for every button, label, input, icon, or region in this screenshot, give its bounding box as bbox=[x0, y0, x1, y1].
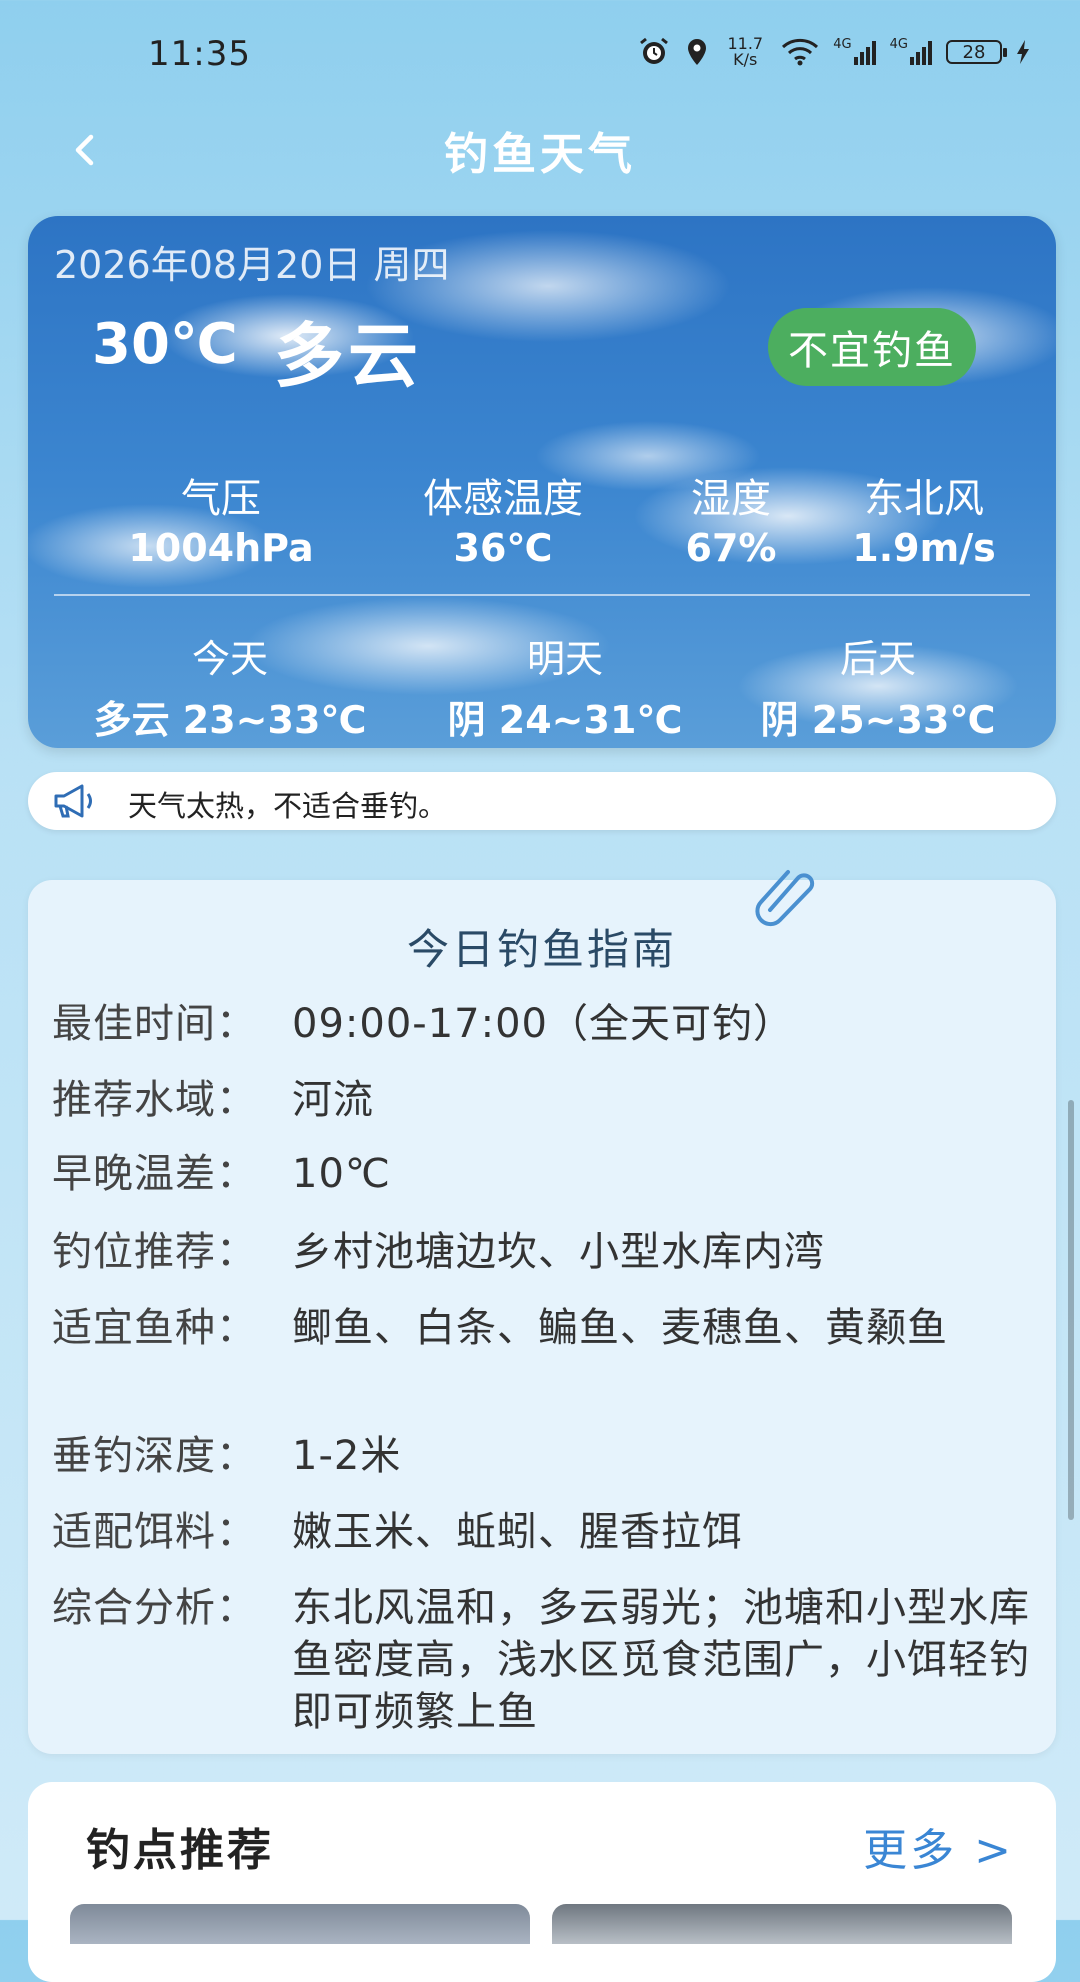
fishing-suitability-badge: 不宜钓鱼 bbox=[768, 308, 976, 386]
alarm-icon bbox=[637, 37, 671, 67]
more-link[interactable]: 更多 > bbox=[863, 1814, 1014, 1878]
status-bar: 11:35 11.7 K/s 4G 4G 28 bbox=[0, 0, 1080, 110]
guide-label: 早晚温差： bbox=[52, 1151, 257, 1197]
guide-value: 09:00-17:00（全天可钓） bbox=[292, 1001, 794, 1047]
location-icon bbox=[685, 37, 709, 67]
notice-text: 天气太热，不适合垂钓。 bbox=[128, 789, 448, 823]
spot-thumbnail[interactable] bbox=[70, 1904, 530, 1944]
current-temperature: 30℃ bbox=[92, 312, 238, 377]
scrollbar[interactable] bbox=[1068, 1100, 1074, 1520]
metric-wind: 东北风 1.9m/s bbox=[804, 466, 1044, 570]
spot-thumbnail[interactable] bbox=[552, 1904, 1012, 1944]
guide-label: 推荐水域： bbox=[52, 1077, 257, 1123]
guide-value: 1-2米 bbox=[292, 1433, 402, 1479]
wifi-icon bbox=[781, 38, 819, 66]
app-header: 钓鱼天气 bbox=[0, 110, 1080, 190]
guide-value: 嫩玉米、蚯蚓、腥香拉饵 bbox=[292, 1509, 743, 1555]
forecast-today: 今天 多云 23~33℃ bbox=[70, 628, 390, 744]
forecast-range: 阴 25~33℃ bbox=[760, 698, 996, 742]
guide-row-depth: 垂钓深度： 1-2米 bbox=[52, 1430, 1032, 1482]
weather-metrics: 气压 1004hPa 体感温度 36℃ 湿度 67% 东北风 1.9m/s bbox=[28, 466, 1056, 576]
forecast-range: 阴 24~31℃ bbox=[447, 698, 683, 742]
forecast-day-after: 后天 阴 25~33℃ bbox=[718, 628, 1038, 744]
guide-value: 东北风温和，多云弱光；池塘和小型水库鱼密度高，浅水区觅食范围广，小饵轻钓即可频繁… bbox=[292, 1585, 1030, 1735]
weather-condition: 多云 bbox=[274, 315, 422, 397]
status-icons: 11.7 K/s 4G 4G 28 bbox=[637, 36, 1030, 68]
forecast-day: 今天 bbox=[191, 637, 268, 681]
guide-value: 河流 bbox=[292, 1077, 374, 1123]
forecast-day: 后天 bbox=[839, 637, 916, 681]
network-type: 4G bbox=[889, 36, 908, 52]
guide-row-spot: 钓位推荐： 乡村池塘边坎、小型水库内湾 bbox=[52, 1226, 1032, 1278]
guide-row-analysis: 综合分析： 东北风温和，多云弱光；池塘和小型水库鱼密度高，浅水区觅食范围广，小饵… bbox=[52, 1582, 1032, 1738]
forecast-range: 多云 23~33℃ bbox=[93, 698, 367, 742]
guide-label: 垂钓深度： bbox=[52, 1433, 257, 1479]
net-speed: 11.7 K/s bbox=[723, 36, 767, 68]
fishing-guide-card: 今日钓鱼指南 最佳时间： 09:00-17:00（全天可钓） 推荐水域： 河流 … bbox=[28, 870, 1056, 1754]
guide-value: 10℃ bbox=[292, 1151, 391, 1197]
net-speed-unit: K/s bbox=[733, 50, 758, 69]
guide-title: 今日钓鱼指南 bbox=[406, 925, 677, 974]
guide-label: 适宜鱼种： bbox=[52, 1305, 257, 1351]
network-type: 4G bbox=[833, 36, 852, 52]
metric-label: 东北风 bbox=[864, 476, 984, 522]
guide-row-best-time: 最佳时间： 09:00-17:00（全天可钓） bbox=[52, 998, 1032, 1050]
forecast-tomorrow: 明天 阴 24~31℃ bbox=[405, 628, 725, 744]
metric-pressure: 气压 1004hPa bbox=[111, 466, 331, 570]
guide-label: 适配饵料： bbox=[52, 1509, 257, 1555]
guide-row-temp-diff: 早晚温差： 10℃ bbox=[52, 1148, 1032, 1200]
metric-label: 气压 bbox=[181, 476, 261, 522]
forecast-day: 明天 bbox=[526, 637, 603, 681]
status-time: 11:35 bbox=[148, 34, 251, 74]
metric-value: 36℃ bbox=[453, 526, 553, 570]
guide-row-bait: 适配饵料： 嫩玉米、蚯蚓、腥香拉饵 bbox=[52, 1506, 1032, 1558]
notice-bar[interactable]: 天气太热，不适合垂钓。 bbox=[28, 772, 1056, 830]
guide-label: 钓位推荐： bbox=[52, 1229, 257, 1275]
divider bbox=[54, 594, 1030, 596]
metric-label: 体感温度 bbox=[423, 476, 583, 522]
guide-label: 综合分析： bbox=[52, 1585, 257, 1631]
guide-row-fish: 适宜鱼种： 鲫鱼、白条、鳊鱼、麦穗鱼、黄颡鱼 bbox=[52, 1302, 1032, 1354]
megaphone-icon bbox=[54, 784, 92, 818]
charging-icon bbox=[1016, 39, 1030, 65]
fishing-spots-card: 钓点推荐 更多 > bbox=[28, 1782, 1056, 1982]
guide-value: 鲫鱼、白条、鳊鱼、麦穗鱼、黄颡鱼 bbox=[292, 1305, 948, 1351]
weather-card[interactable]: 2026年08月20日 周四 30℃ 多云 不宜钓鱼 气压 1004hPa 体感… bbox=[28, 216, 1056, 748]
metric-value: 1.9m/s bbox=[852, 526, 996, 570]
battery-icon: 28 bbox=[946, 40, 1007, 64]
guide-row-water: 推荐水域： 河流 bbox=[52, 1074, 1032, 1126]
guide-label: 最佳时间： bbox=[52, 1001, 257, 1047]
page-title: 钓鱼天气 bbox=[444, 129, 636, 180]
metric-value: 1004hPa bbox=[128, 526, 314, 570]
guide-value: 乡村池塘边坎、小型水库内湾 bbox=[292, 1229, 825, 1275]
spots-title: 钓点推荐 bbox=[86, 1825, 274, 1876]
signal-icon: 4G bbox=[833, 36, 876, 65]
weather-date: 2026年08月20日 周四 bbox=[54, 243, 450, 287]
metric-feels-like: 体感温度 36℃ bbox=[363, 466, 643, 570]
signal-icon: 4G bbox=[889, 36, 932, 65]
